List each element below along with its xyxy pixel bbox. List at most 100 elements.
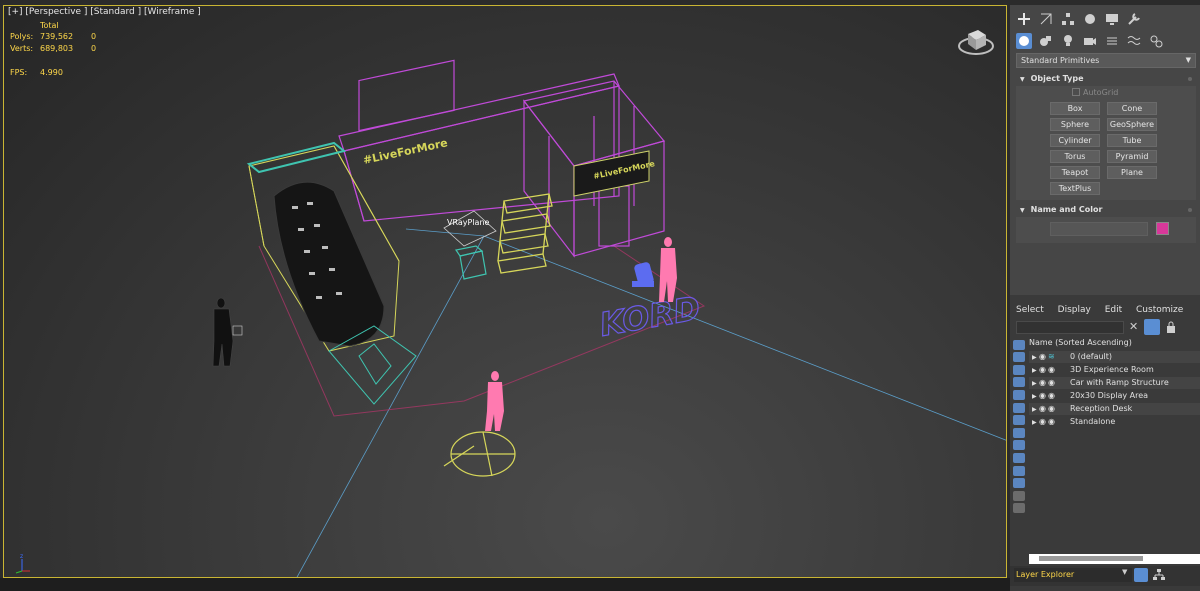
autogrid-label: AutoGrid: [1083, 88, 1119, 97]
explorer-footer: Layer Explorer ▼: [1010, 566, 1200, 586]
layer-row[interactable]: ▶ ◉ ◉ Car with Ramp Structure: [1029, 377, 1200, 389]
expand-arrow-icon[interactable]: ▶: [1032, 365, 1039, 377]
layer-row[interactable]: ▶ ◉ ◉ Reception Desk: [1029, 403, 1200, 415]
display-shapes-icon[interactable]: [1013, 352, 1025, 363]
layer-row[interactable]: ▶ ◉ ◉ 3D Experience Room: [1029, 364, 1200, 376]
menu-select[interactable]: Select: [1016, 305, 1044, 315]
menu-display[interactable]: Display: [1058, 305, 1091, 315]
visibility-eye-icon[interactable]: ◉: [1039, 351, 1048, 363]
light-ray: [405, 228, 485, 237]
display-hidden-icon[interactable]: [1013, 478, 1025, 489]
expand-arrow-icon[interactable]: ▶: [1032, 417, 1039, 429]
name-color-title: Name and Color: [1030, 205, 1103, 214]
geometry-icon[interactable]: [1016, 33, 1032, 49]
visibility-eye-icon[interactable]: ◉: [1039, 390, 1048, 402]
render-eye-icon[interactable]: ◉: [1048, 390, 1058, 402]
teapot-button[interactable]: Teapot: [1050, 166, 1100, 179]
hierarchy-icon[interactable]: [1060, 11, 1076, 27]
layer-row[interactable]: ▶ ◉ ◉ Standalone: [1029, 416, 1200, 428]
shapes-icon[interactable]: [1038, 33, 1054, 49]
display-containers-icon[interactable]: [1013, 452, 1025, 463]
menu-customize[interactable]: Customize: [1136, 305, 1183, 315]
layer-stack-icon[interactable]: [1134, 568, 1148, 582]
space-warps-icon[interactable]: [1126, 33, 1142, 49]
geosphere-button[interactable]: GeoSphere: [1107, 118, 1157, 131]
viewcube-icon[interactable]: [956, 20, 996, 60]
box-button[interactable]: Box: [1050, 102, 1100, 115]
explorer-filter-sidebar: [1010, 337, 1028, 559]
torus-button[interactable]: Torus: [1050, 150, 1100, 163]
autogrid-checkbox[interactable]: AutoGrid: [1072, 88, 1118, 97]
render-eye-icon[interactable]: ◉: [1048, 364, 1058, 376]
primitive-type-dropdown[interactable]: Standard Primitives ▼: [1016, 53, 1196, 68]
display-geometry-icon[interactable]: [1013, 339, 1025, 350]
name-color-rollout-header[interactable]: ▼ Name and Color: [1016, 203, 1196, 217]
scrollbar-thumb[interactable]: [1039, 556, 1143, 561]
create-icon[interactable]: [1016, 11, 1032, 27]
render-eye-icon[interactable]: ◉: [1048, 377, 1058, 389]
scene-wireframe[interactable]: #LiveForMore #LiveForMore VRayPlane KORD: [4, 6, 1007, 578]
expand-arrow-icon[interactable]: ▶: [1032, 378, 1039, 390]
explorer-search-input[interactable]: [1016, 321, 1124, 334]
plane-button[interactable]: Plane: [1107, 166, 1157, 179]
filter-icon[interactable]: [1144, 319, 1160, 335]
expand-arrow-icon[interactable]: ▶: [1032, 352, 1039, 364]
checkbox-icon: [1072, 88, 1080, 96]
layer-name: 20x30 Display Area: [1070, 391, 1149, 400]
display-helpers-icon[interactable]: [1013, 389, 1025, 400]
display-bones-icon[interactable]: [1013, 440, 1025, 451]
lock-icon[interactable]: [1166, 321, 1176, 333]
display-groups-icon[interactable]: [1013, 415, 1025, 426]
vray-plane-label: VRayPlane: [447, 218, 490, 227]
modify-icon[interactable]: [1038, 11, 1054, 27]
tube-button[interactable]: Tube: [1107, 134, 1157, 147]
close-icon[interactable]: ✕: [1129, 320, 1138, 333]
hierarchy-icon[interactable]: [1152, 568, 1166, 582]
motion-icon[interactable]: [1082, 11, 1098, 27]
stats-verts-label: Verts:: [10, 44, 34, 53]
lights-icon[interactable]: [1060, 33, 1076, 49]
utilities-icon[interactable]: [1126, 11, 1142, 27]
visibility-eye-icon[interactable]: ◉: [1039, 364, 1048, 376]
visibility-eye-icon[interactable]: ◉: [1039, 377, 1048, 389]
horizontal-scrollbar[interactable]: [1029, 554, 1200, 564]
chevron-down-icon[interactable]: ▼: [1122, 568, 1127, 576]
helpers-icon[interactable]: [1104, 33, 1120, 49]
cameras-icon[interactable]: [1082, 33, 1098, 49]
explorer-type-select[interactable]: Layer Explorer: [1014, 568, 1132, 582]
perspective-viewport[interactable]: #LiveForMore #LiveForMore VRayPlane KORD…: [3, 5, 1007, 578]
display-all-icon[interactable]: [1013, 490, 1025, 501]
layer-name: Car with Ramp Structure: [1070, 378, 1169, 387]
systems-icon[interactable]: [1148, 33, 1164, 49]
viewport-label[interactable]: [+] [Perspective ] [Standard ] [Wirefram…: [8, 7, 201, 17]
object-color-swatch[interactable]: [1156, 222, 1169, 235]
light-ray: [483, 235, 1006, 441]
explorer-column-header[interactable]: Name (Sorted Ascending): [1029, 338, 1132, 347]
expand-arrow-icon[interactable]: ▶: [1032, 391, 1039, 403]
display-spacewarps-icon[interactable]: [1013, 402, 1025, 413]
display-cameras-icon[interactable]: [1013, 377, 1025, 388]
cone-button[interactable]: Cone: [1107, 102, 1157, 115]
visibility-eye-icon[interactable]: ◉: [1039, 416, 1048, 428]
cylinder-button[interactable]: Cylinder: [1050, 134, 1100, 147]
display-icon[interactable]: [1104, 11, 1120, 27]
object-name-field[interactable]: [1050, 222, 1148, 236]
object-type-rollout: [1016, 86, 1196, 200]
menu-edit[interactable]: Edit: [1105, 305, 1122, 315]
layer-row[interactable]: ▶ ◉ ≋ 0 (default): [1029, 351, 1200, 363]
display-frozen-icon[interactable]: [1013, 465, 1025, 476]
object-type-rollout-header[interactable]: ▼ Object Type: [1016, 72, 1196, 86]
render-eye-icon[interactable]: ◉: [1048, 403, 1058, 415]
display-xrefs-icon[interactable]: [1013, 427, 1025, 438]
layer-row[interactable]: ▶ ◉ ◉ 20x30 Display Area: [1029, 390, 1200, 402]
textplus-button[interactable]: TextPlus: [1050, 182, 1100, 195]
visibility-eye-icon[interactable]: ◉: [1039, 403, 1048, 415]
pyramid-button[interactable]: Pyramid: [1107, 150, 1157, 163]
display-none-icon[interactable]: [1013, 503, 1025, 514]
expand-arrow-icon[interactable]: ▶: [1032, 404, 1039, 416]
display-lights-icon[interactable]: [1013, 364, 1025, 375]
command-panel-tabs: [1010, 11, 1200, 27]
render-eye-icon[interactable]: ◉: [1048, 416, 1058, 428]
reception-cube: [455, 245, 487, 280]
sphere-button[interactable]: Sphere: [1050, 118, 1100, 131]
